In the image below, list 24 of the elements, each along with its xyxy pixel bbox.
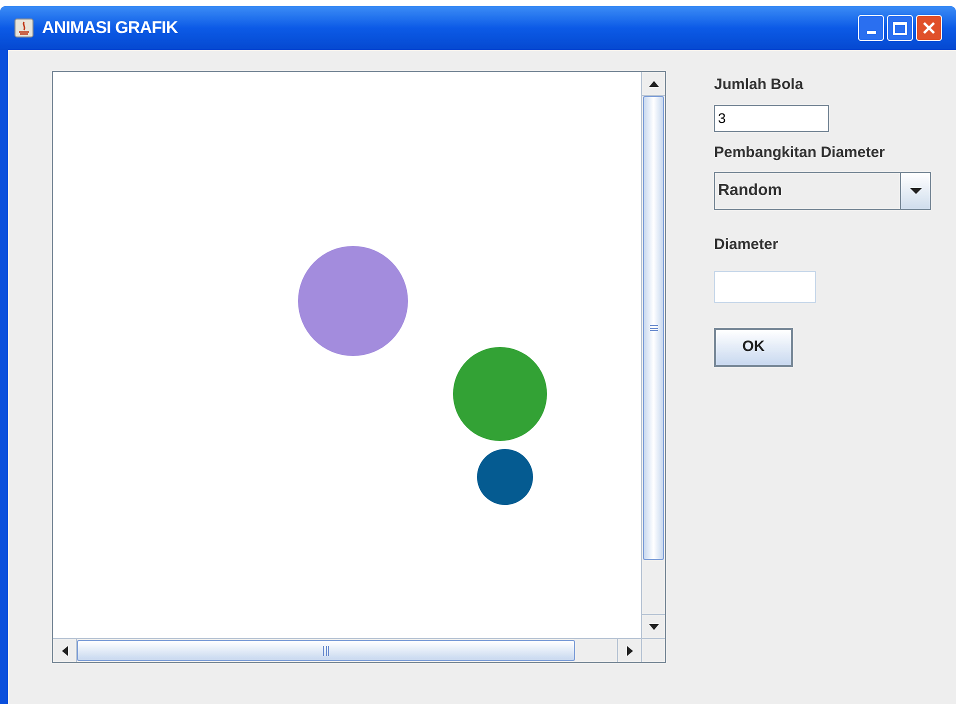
dropdown[interactable]: Random — [714, 172, 931, 210]
ok-button[interactable]: OK — [714, 328, 793, 366]
up-arrow-icon[interactable] — [648, 80, 658, 86]
minimize-icon[interactable] — [866, 31, 876, 34]
down-arrow-icon[interactable] — [648, 624, 658, 630]
close-button[interactable] — [916, 15, 942, 41]
window-title: ANIMASI GRAFIK — [42, 17, 178, 40]
field-label: Pembangkitan Diameter — [714, 142, 885, 162]
count-input-field[interactable]: 3 — [714, 104, 829, 132]
caret-icon[interactable] — [910, 188, 922, 194]
scrollbar-thumb[interactable] — [77, 640, 575, 661]
close-icon[interactable] — [922, 21, 936, 35]
right-arrow-icon[interactable] — [626, 646, 632, 656]
maximize-icon[interactable] — [893, 22, 907, 34]
vertical-scrollbar[interactable] — [641, 72, 665, 638]
horizontal-scrollbar[interactable] — [53, 638, 641, 662]
scrollbar-thumb[interactable] — [643, 96, 664, 560]
left-arrow-icon[interactable] — [62, 646, 68, 656]
scrollbar-corner — [641, 638, 665, 662]
maximize-button[interactable] — [887, 15, 913, 41]
app-icon — [14, 18, 34, 38]
field-label: Jumlah Bola — [714, 75, 804, 95]
minimize-button[interactable] — [858, 15, 884, 41]
field-label: Diameter — [714, 235, 778, 255]
